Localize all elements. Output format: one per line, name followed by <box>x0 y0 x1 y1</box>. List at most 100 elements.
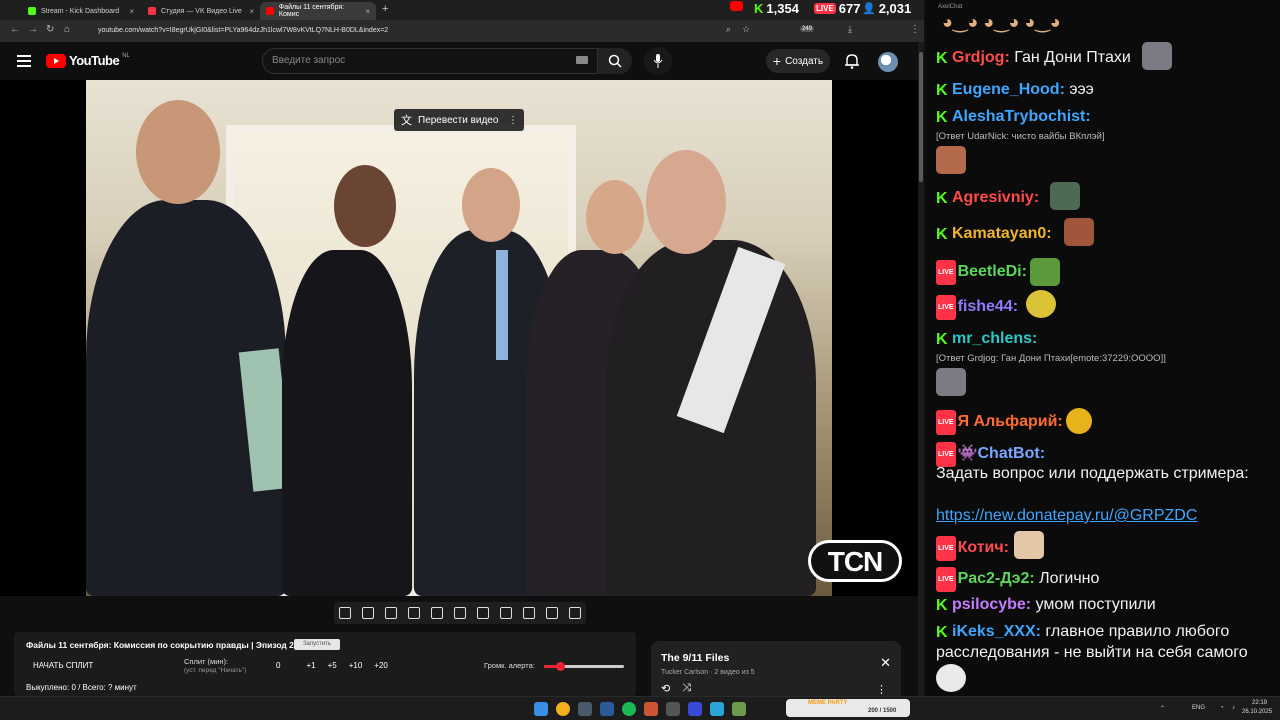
speed-icon[interactable] <box>499 607 512 619</box>
volume-icon[interactable]: ♪ <box>1232 705 1235 711</box>
tray-chevron-icon[interactable]: ⌃ <box>1160 705 1165 712</box>
video-player[interactable]: 文 Перевести видео ⋮ TCN <box>0 80 918 596</box>
clock-date[interactable]: 26.10.2025 <box>1242 709 1272 715</box>
more-icon[interactable]: ⋮ <box>910 24 920 35</box>
add-5-button[interactable]: +5 <box>328 661 337 670</box>
add-10-button[interactable]: +10 <box>349 661 363 670</box>
more-vert-icon[interactable]: ⋮ <box>876 683 887 696</box>
person-head <box>136 100 220 204</box>
person-silhouette <box>282 250 412 596</box>
chat-message: LIVE BeetleDi: <box>936 260 1276 285</box>
forward-icon[interactable]: → <box>28 24 38 35</box>
more-vert-icon[interactable]: ⋮ <box>508 115 518 126</box>
playlist-icon[interactable] <box>408 607 421 619</box>
app-icon[interactable] <box>666 702 680 716</box>
avatar[interactable] <box>878 52 898 72</box>
audio-icon[interactable] <box>385 607 398 619</box>
split-value: 0 <box>276 661 281 670</box>
hamburger-menu-icon[interactable] <box>17 55 31 67</box>
chat-message: LIVE fishe44: <box>936 295 1276 320</box>
chat-nick: ChatBot: <box>977 445 1046 462</box>
keyboard-icon[interactable] <box>576 56 588 64</box>
alert-volume-label: Громк. алерта: <box>484 661 535 670</box>
chrome-icon[interactable] <box>556 702 570 716</box>
chat-text: умом поступили <box>1035 596 1156 613</box>
loop-icon[interactable] <box>339 607 352 619</box>
video-title: Файлы 11 сентября: Комиссия по сокрытию … <box>26 640 294 650</box>
search-button[interactable] <box>598 48 632 74</box>
language-indicator[interactable]: ENG <box>1192 705 1205 711</box>
new-tab-button[interactable]: + <box>382 3 388 15</box>
settings-gear-icon[interactable] <box>568 607 581 619</box>
app-icon[interactable] <box>578 702 592 716</box>
start-split-button[interactable]: НАЧАТЬ СПЛИТ <box>33 661 93 670</box>
chat-reply: [Ответ Grdjog: Ган Дони Птахи[emote:3722… <box>936 353 1166 364</box>
vk-live-icon: LIVE <box>936 567 956 592</box>
close-icon[interactable]: ✕ <box>880 655 891 671</box>
notifications-bell-icon[interactable] <box>844 53 860 69</box>
translate-icon: 文 <box>401 115 412 127</box>
screenshot-icon[interactable] <box>545 607 558 619</box>
tcn-watermark: TCN <box>808 540 902 582</box>
app-icon[interactable] <box>644 702 658 716</box>
spotify-icon[interactable] <box>622 702 636 716</box>
emote-image <box>1026 290 1056 318</box>
chat-reply: [Ответ UdarNick: чисто вайбы ВКплэй] <box>936 131 1105 142</box>
extension-badge[interactable]: 249 <box>800 26 815 32</box>
loop-icon[interactable]: ⟲ <box>661 682 670 695</box>
meme-party-widget[interactable]: MEME PARTY 200 / 1500 <box>786 699 910 717</box>
steam-icon[interactable] <box>600 702 614 716</box>
donate-link[interactable]: https://new.donatepay.ru/@GRPZDC <box>936 505 1276 526</box>
search-input[interactable]: Введите запрос <box>262 48 598 74</box>
back-icon[interactable]: ← <box>10 24 20 35</box>
emote-image <box>1050 182 1080 210</box>
reload-icon[interactable]: ↻ <box>46 24 54 35</box>
telegram-icon[interactable] <box>710 702 724 716</box>
emote-image <box>1064 218 1094 246</box>
add-icon[interactable] <box>522 607 535 619</box>
clapperboard-icon[interactable] <box>431 607 444 619</box>
download-icon[interactable]: ⤓ <box>848 24 852 35</box>
voice-search-button[interactable] <box>644 47 672 75</box>
emote-row: ◕‿◕ ◕‿◕ ◕‿◕ <box>942 12 1061 32</box>
youtube-indicator <box>730 1 743 11</box>
translate-video-button[interactable]: 文 Перевести видео ⋮ <box>394 109 524 131</box>
alert-volume-slider[interactable] <box>544 662 624 671</box>
tab-kick-dashboard[interactable]: Stream - Kick Dashboard × <box>22 2 140 20</box>
create-button[interactable]: + Создать <box>766 49 830 73</box>
launch-tag[interactable]: Запустить <box>294 639 340 650</box>
extension-toolbar-strip <box>0 596 918 630</box>
page-scrollbar[interactable] <box>918 42 924 696</box>
emote-image <box>1014 531 1044 559</box>
tab-vk-studio[interactable]: Студия — VK Видео Live × <box>142 2 260 20</box>
chat-message: Kmr_chlens: <box>936 328 1276 349</box>
playlist-card[interactable]: The 9/11 Files Tucker Carlson · 2 видео … <box>651 641 901 697</box>
picture-in-picture-icon[interactable] <box>453 607 466 619</box>
app-icon[interactable] <box>688 702 702 716</box>
close-icon[interactable]: × <box>129 7 134 16</box>
slider-knob[interactable] <box>556 662 565 671</box>
app-icon[interactable] <box>732 702 746 716</box>
url-field[interactable]: youtube.com/watch?v=I8egrUkjGI0&list=PLY… <box>84 23 704 39</box>
clock-time[interactable]: 22:19 <box>1252 700 1267 706</box>
home-icon[interactable]: ⌂ <box>64 24 70 35</box>
bot-icon: 👾 <box>957 445 978 462</box>
zoom-icon[interactable]: ⌕ <box>726 24 731 35</box>
youtube-logo[interactable]: YouTube NL <box>46 53 130 68</box>
sort-icon[interactable] <box>362 607 375 619</box>
tab-youtube[interactable]: Файлы 11 сентября: Комис × <box>260 2 376 20</box>
bookmark-star-icon[interactable]: ☆ <box>742 24 750 35</box>
shuffle-icon[interactable]: ⤨ <box>682 682 691 695</box>
close-icon[interactable]: × <box>365 7 370 16</box>
kick-viewer-counter: K 1,354 <box>754 1 799 16</box>
windows-start-icon[interactable] <box>534 702 548 716</box>
split-extension-panel: Файлы 11 сентября: Комиссия по сокрытию … <box>14 632 636 696</box>
add-20-button[interactable]: +20 <box>374 661 388 670</box>
cinema-icon[interactable] <box>476 607 489 619</box>
chat-nick: fishe44: <box>957 298 1019 315</box>
scrollbar-thumb[interactable] <box>919 52 923 182</box>
total-count: 2,031 <box>878 1 912 16</box>
add-1-button[interactable]: +1 <box>306 661 315 670</box>
wifi-icon[interactable]: ◔ <box>1220 705 1224 711</box>
close-icon[interactable]: × <box>249 7 254 16</box>
